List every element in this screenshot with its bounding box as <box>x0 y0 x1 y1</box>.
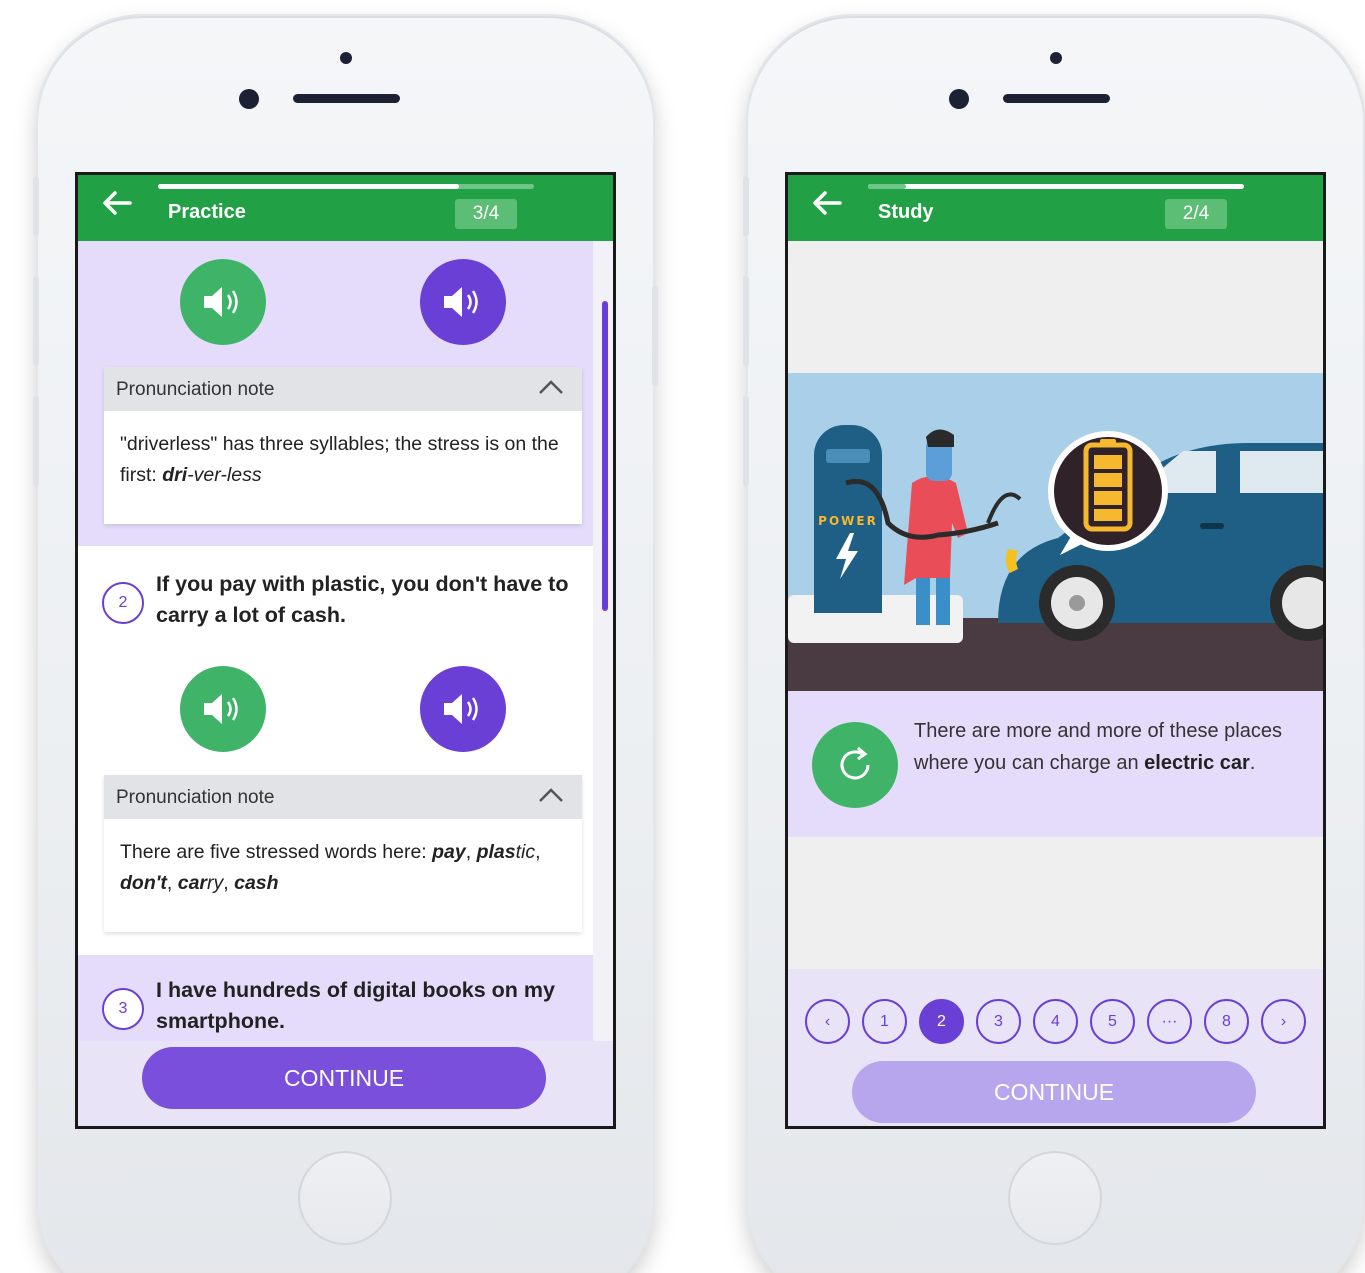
play-native-audio-button[interactable] <box>180 259 266 345</box>
back-arrow-icon[interactable] <box>810 189 844 217</box>
continue-button[interactable]: CONTINUE <box>142 1047 546 1109</box>
note-text: There are five stressed words here: <box>120 841 433 863</box>
phone-study: Study 2/4 POWER There are more and more … <box>743 16 1363 1273</box>
page-button-2[interactable]: 2 <box>919 999 964 1044</box>
pagination: ‹ 1 2 3 4 5 ··· 8 › <box>805 999 1310 1045</box>
chevron-up-icon[interactable] <box>538 787 564 803</box>
sentence-card: There are more and more of these places … <box>788 691 1323 837</box>
page-title: Study <box>878 201 934 223</box>
page-button-1[interactable]: 1 <box>862 999 907 1044</box>
page-button-5[interactable]: 5 <box>1090 999 1135 1044</box>
mute-switch <box>743 176 749 236</box>
play-slow-audio-button[interactable] <box>420 259 506 345</box>
study-bottom-spacer <box>788 837 1323 969</box>
study-top-spacer <box>788 241 1323 373</box>
play-native-audio-button[interactable] <box>180 666 266 752</box>
next-page-button[interactable]: › <box>1261 999 1306 1044</box>
stressed-word: cash <box>234 872 279 894</box>
study-footer: ‹ 1 2 3 4 5 ··· 8 › CONTINUE <box>788 969 1323 1126</box>
practice-content: Pronunciation note "driverless" has thre… <box>78 241 596 1041</box>
item-sentence: If you pay with plastic, you don't have … <box>156 572 569 627</box>
electric-car-illustration: POWER <box>788 373 1323 691</box>
speaker-icon <box>204 287 238 317</box>
charger-power-label: POWER <box>818 514 878 528</box>
item-sentence: I have hundreds of digital books on my s… <box>156 978 555 1033</box>
proximity-sensor <box>1050 52 1062 64</box>
page-title: Practice <box>168 201 246 223</box>
note-header[interactable]: Pronunciation note <box>104 367 582 411</box>
back-arrow-icon[interactable] <box>100 189 134 217</box>
progress-badge: 3/4 <box>455 199 517 229</box>
study-progress-track <box>868 184 1244 189</box>
unstressed-syllable: tic <box>515 841 536 863</box>
speaker-icon <box>204 694 238 724</box>
stressed-word: don't <box>120 872 167 894</box>
scrollbar[interactable] <box>593 241 613 1041</box>
unstressed-syllables: -ver-less <box>187 464 262 486</box>
stressed-syllable: dri <box>162 464 188 486</box>
item-3-sentence: 3 I have hundreds of digital books on my… <box>78 975 596 1041</box>
item-1-audio-row <box>78 259 596 359</box>
page-button-3[interactable]: 3 <box>976 999 1021 1044</box>
note-header[interactable]: Pronunciation note <box>104 775 582 819</box>
separator: , <box>465 841 477 863</box>
prev-page-button[interactable]: ‹ <box>805 999 850 1044</box>
phone-practice: Practice 3/4 Pronunciation note "driverl… <box>33 16 658 1273</box>
separator: , <box>223 872 235 894</box>
play-slow-audio-button[interactable] <box>420 666 506 752</box>
item-number: 3 <box>102 988 144 1030</box>
note-header-label: Pronunciation note <box>116 787 275 808</box>
replay-icon <box>840 746 870 780</box>
mute-switch <box>33 176 39 236</box>
item-2-audio-row <box>78 666 596 766</box>
note-header-label: Pronunciation note <box>116 379 275 400</box>
speaker-icon <box>444 694 478 724</box>
pronunciation-note: Pronunciation note "driverless" has thre… <box>104 367 582 524</box>
charging-station-illustration: POWER <box>788 373 1323 691</box>
item-number: 2 <box>102 582 144 624</box>
note-body: There are five stressed words here: pay,… <box>104 819 582 917</box>
item-2-sentence: 2 If you pay with plastic, you don't hav… <box>78 569 596 659</box>
progress-badge: 2/4 <box>1165 199 1227 229</box>
stressed-syllable: plas <box>476 841 516 863</box>
earpiece-speaker <box>1003 94 1110 103</box>
study-screen: Study 2/4 POWER There are more and more … <box>785 172 1326 1129</box>
proximity-sensor <box>340 52 352 64</box>
study-top-bar: Study 2/4 <box>788 175 1323 241</box>
volume-down-button <box>743 396 749 486</box>
earpiece-speaker <box>293 94 400 103</box>
chevron-up-icon[interactable] <box>538 379 564 395</box>
home-button <box>298 1151 392 1245</box>
separator: , <box>535 841 541 863</box>
key-phrase: electric car <box>1144 752 1250 774</box>
power-button <box>652 286 658 386</box>
front-camera <box>949 89 969 109</box>
stressed-word: pay <box>432 841 466 863</box>
home-button <box>1008 1151 1102 1245</box>
speaker-icon <box>444 287 478 317</box>
volume-down-button <box>33 396 39 486</box>
front-camera <box>239 89 259 109</box>
continue-button[interactable]: CONTINUE <box>852 1061 1256 1123</box>
stressed-syllable: car <box>177 872 207 894</box>
study-progress-fill <box>868 184 906 189</box>
volume-up-button <box>743 276 749 366</box>
volume-up-button <box>33 276 39 366</box>
separator: , <box>166 872 178 894</box>
sentence-text-end: . <box>1249 752 1256 774</box>
scrollbar-thumb[interactable] <box>602 301 608 611</box>
page-button-8[interactable]: 8 <box>1204 999 1249 1044</box>
note-body: "driverless" has three syllables; the st… <box>104 411 582 509</box>
replay-audio-button[interactable] <box>812 722 898 808</box>
page-button-4[interactable]: 4 <box>1033 999 1078 1044</box>
page-ellipsis-button[interactable]: ··· <box>1147 999 1192 1044</box>
practice-progress-fill <box>158 184 459 189</box>
practice-screen: Practice 3/4 Pronunciation note "driverl… <box>75 172 616 1129</box>
pronunciation-note: Pronunciation note There are five stress… <box>104 775 582 932</box>
unstressed-syllable: ry <box>207 872 224 894</box>
practice-top-bar: Practice 3/4 <box>78 175 613 241</box>
sentence-text: There are more and more of these places … <box>914 715 1294 779</box>
practice-footer: CONTINUE <box>78 1041 613 1126</box>
